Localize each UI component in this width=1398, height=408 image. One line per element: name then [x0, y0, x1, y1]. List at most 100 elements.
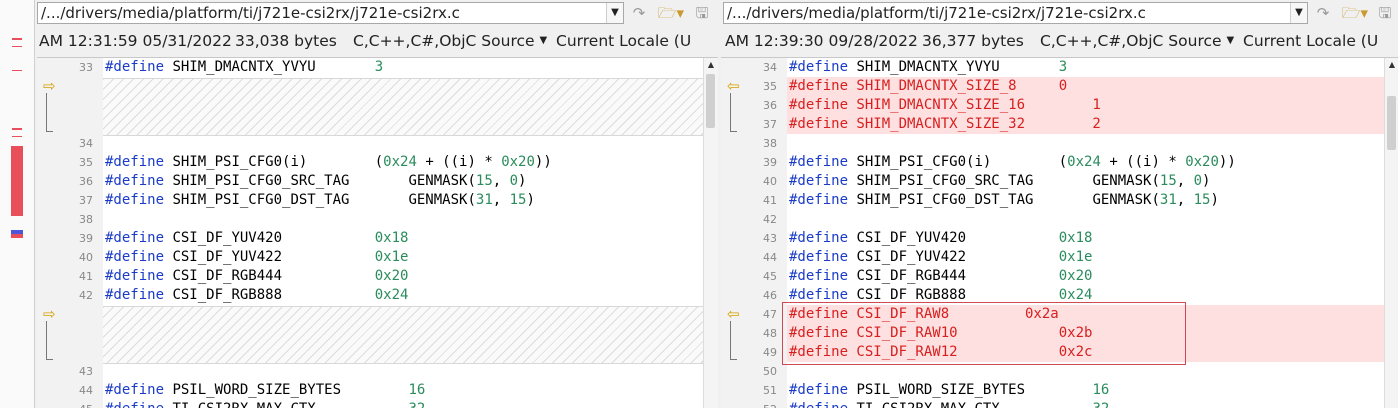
- right-path-combo[interactable]: /.../drivers/media/platform/ti/j721e-csi…: [723, 2, 1308, 24]
- left-date: 05/31/2022 12:31:59 AM: [39, 32, 232, 50]
- chevron-down-icon[interactable]: ▼: [606, 3, 623, 23]
- code-line: 35 #define SHIM_DMACNTX_SIZE_8 0: [721, 77, 1398, 96]
- line-text: #define CSI_DF_YUV422 0x1e: [105, 249, 409, 265]
- line-number: 39: [763, 156, 777, 169]
- line-number: 40: [763, 175, 777, 188]
- overview-marker: [12, 136, 22, 137]
- selection-highlight-box: [782, 302, 1186, 365]
- line-text: #define SHIM_DMACNTX_SIZE_16 1: [787, 96, 1398, 115]
- right-path-bar: /.../drivers/media/platform/ti/j721e-csi…: [723, 2, 1308, 24]
- left-editor[interactable]: 33 #define SHIM_DMACNTX_YVYU 3 34 35 #define…: [37, 57, 718, 408]
- save-icon[interactable]: 🖫: [1374, 3, 1396, 23]
- code-line: 45 #define CSI_DF_RGB444 0x20: [721, 267, 1398, 286]
- right-vertical-scrollbar[interactable]: ▲: [1384, 58, 1398, 408]
- code-line: 43: [37, 362, 718, 381]
- diff-gap-block: [103, 78, 718, 136]
- folder-open-icon[interactable]: 🗁▾: [655, 3, 687, 23]
- code-line: 40 #define CSI_DF_YUV422 0x1e: [37, 248, 718, 267]
- line-number: 38: [79, 213, 93, 226]
- line-text: #define SHIM_DMACNTX_SIZE_8 0: [787, 77, 1398, 96]
- line-number: 36: [79, 175, 93, 188]
- line-number: 46: [763, 289, 777, 302]
- line-number: 51: [763, 384, 777, 397]
- line-number: 35: [79, 156, 93, 169]
- right-locale[interactable]: Current Locale (U: [1243, 29, 1383, 53]
- line-text: #define SHIM_DMACNTX_YVYU 3: [105, 59, 384, 75]
- line-number: 43: [79, 365, 93, 378]
- right-date: 09/28/2022 12:39:30 AM: [725, 32, 918, 50]
- code-line: 42 #define CSI_DF_RGB888 0x24: [37, 286, 718, 305]
- left-pane: /.../drivers/media/platform/ti/j721e-csi…: [35, 0, 718, 408]
- right-path-text: /.../drivers/media/platform/ti/j721e-csi…: [727, 4, 1146, 22]
- line-text: #define SHIM_DMACNTX_YVYU 3: [789, 59, 1068, 75]
- code-line: 52 #define TI_CSI2RX_MAX_CTX 32: [721, 400, 1398, 408]
- right-pane: /.../drivers/media/platform/ti/j721e-csi…: [721, 0, 1398, 408]
- left-vertical-scrollbar[interactable]: ▲: [703, 58, 718, 408]
- line-number: 41: [79, 270, 93, 283]
- code-line: 44 #define PSIL_WORD_SIZE_BYTES 16: [37, 381, 718, 400]
- scroll-up-icon[interactable]: ▲: [1385, 58, 1398, 72]
- code-line: 34: [37, 134, 718, 153]
- line-number: 39: [79, 232, 93, 245]
- copy-arrow-icon[interactable]: ↷: [628, 3, 650, 23]
- left-syntax-selector[interactable]: C,C++,C#,ObjC Source ▼: [353, 29, 556, 53]
- right-syntax-selector[interactable]: C,C++,C#,ObjC Source ▼: [1040, 29, 1243, 53]
- right-info-bar: 09/28/2022 12:39:30 AM 36,377 bytes C,C+…: [721, 29, 1383, 53]
- left-path-text: /.../drivers/media/platform/ti/j721e-csi…: [41, 4, 460, 22]
- line-number: 34: [763, 61, 777, 74]
- diff-bracket: [46, 321, 53, 360]
- copy-arrow-icon[interactable]: ↷: [1312, 3, 1334, 23]
- diff-bracket: [46, 93, 53, 132]
- line-number: 37: [79, 194, 93, 207]
- code-line: 37 #define SHIM_DMACNTX_SIZE_32 2: [721, 115, 1398, 134]
- code-line: 39 #define SHIM_PSI_CFG0(i) (0x24 + ((i) …: [721, 153, 1398, 172]
- diff-overview-strip[interactable]: [0, 0, 35, 408]
- diff-bracket: [730, 93, 737, 132]
- line-number: 38: [763, 137, 777, 150]
- scroll-up-icon[interactable]: ▲: [704, 58, 718, 72]
- code-line: 35 #define SHIM_PSI_CFG0(i) (0x24 + ((i) …: [37, 153, 718, 172]
- caret-down-icon: ▼: [1226, 35, 1235, 46]
- left-syntax: C,C++,C#,ObjC Source: [353, 32, 535, 50]
- line-text: #define CSI_DF_YUV420 0x18: [789, 230, 1093, 246]
- line-number: 44: [79, 384, 93, 397]
- overview-marker: [11, 234, 23, 238]
- left-path-combo[interactable]: /.../drivers/media/platform/ti/j721e-csi…: [37, 2, 624, 24]
- line-text: #define PSIL_WORD_SIZE_BYTES 16: [789, 382, 1110, 398]
- line-number: 43: [763, 232, 777, 245]
- line-text: #define SHIM_PSI_CFG0_DST_TAG GENMASK(31…: [789, 192, 1219, 208]
- right-size: 36,377 bytes: [922, 32, 1024, 50]
- line-text: #define PSIL_WORD_SIZE_BYTES 16: [105, 382, 426, 398]
- line-text: [789, 134, 1398, 153]
- save-icon[interactable]: 🖫: [691, 3, 713, 23]
- line-text: #define CSI_DF_YUV422 0x1e: [789, 249, 1093, 265]
- line-text: #define CSI_DF_RGB444 0x20: [105, 268, 409, 284]
- scroll-thumb[interactable]: [706, 74, 715, 128]
- line-number: 52: [721, 400, 777, 408]
- line-text: [105, 134, 718, 153]
- line-text: #define SHIM_PSI_CFG0_DST_TAG GENMASK(31…: [105, 192, 535, 208]
- caret-down-icon: ▼: [539, 35, 548, 46]
- right-editor[interactable]: 34 #define SHIM_DMACNTX_YVYU 3 35 #define S…: [721, 57, 1398, 408]
- line-text: #define SHIM_PSI_CFG0(i) (0x24 + ((i) * …: [789, 154, 1236, 170]
- right-syntax: C,C++,C#,ObjC Source: [1040, 32, 1222, 50]
- code-line: 41 #define CSI_DF_RGB444 0x20: [37, 267, 718, 286]
- line-number: 42: [79, 289, 93, 302]
- overview-marker: [12, 46, 22, 47]
- folder-open-icon[interactable]: 🗁▾: [1339, 3, 1371, 23]
- left-locale[interactable]: Current Locale (U: [556, 29, 696, 53]
- overview-marker: [12, 38, 22, 40]
- line-number: 41: [763, 194, 777, 207]
- code-line: 40 #define SHIM_PSI_CFG0_SRC_TAG GENMASK(…: [721, 172, 1398, 191]
- overview-marker: [12, 128, 22, 130]
- line-number: 45: [37, 400, 93, 408]
- line-number: 50: [763, 365, 777, 378]
- left-size: 33,038 bytes: [235, 32, 337, 50]
- chevron-down-icon[interactable]: ▼: [1290, 3, 1307, 23]
- left-info-bar: 05/31/2022 12:31:59 AM 33,038 bytes C,C+…: [35, 29, 696, 53]
- code-line: 39 #define CSI_DF_YUV420 0x18: [37, 229, 718, 248]
- line-number: 42: [763, 213, 777, 226]
- code-line: 33 #define SHIM_DMACNTX_YVYU 3: [37, 58, 718, 77]
- code-line: 36 #define SHIM_PSI_CFG0_SRC_TAG GENMASK(…: [37, 172, 718, 191]
- scroll-thumb[interactable]: [1387, 96, 1396, 150]
